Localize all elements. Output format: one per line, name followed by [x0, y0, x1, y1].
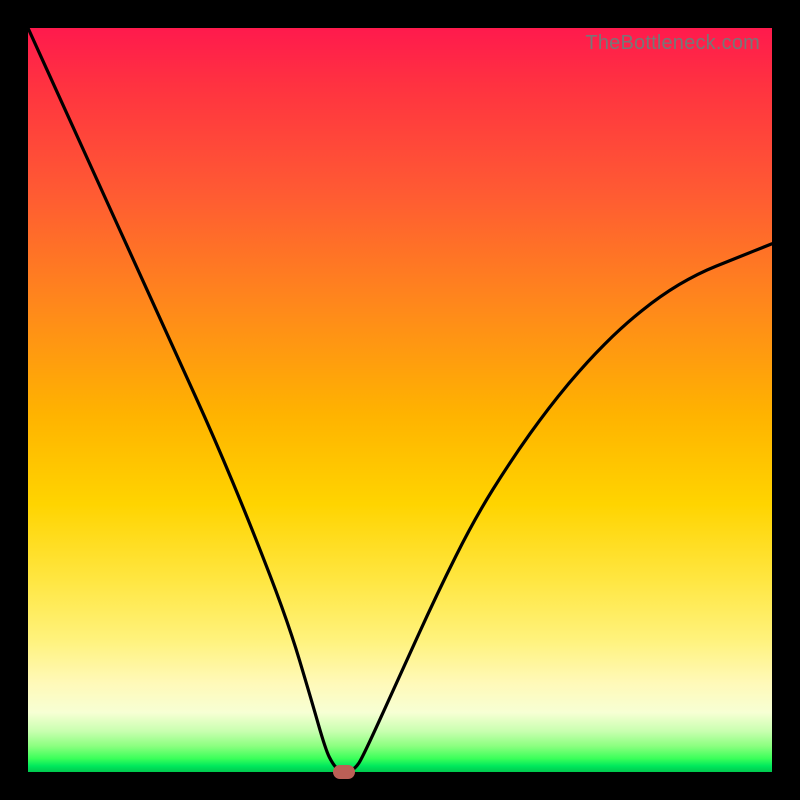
plot-area: TheBottleneck.com [28, 28, 772, 772]
bottleneck-curve-path [28, 28, 772, 772]
bottleneck-marker [333, 765, 355, 779]
curve-svg [28, 28, 772, 772]
chart-container: TheBottleneck.com [0, 0, 800, 800]
